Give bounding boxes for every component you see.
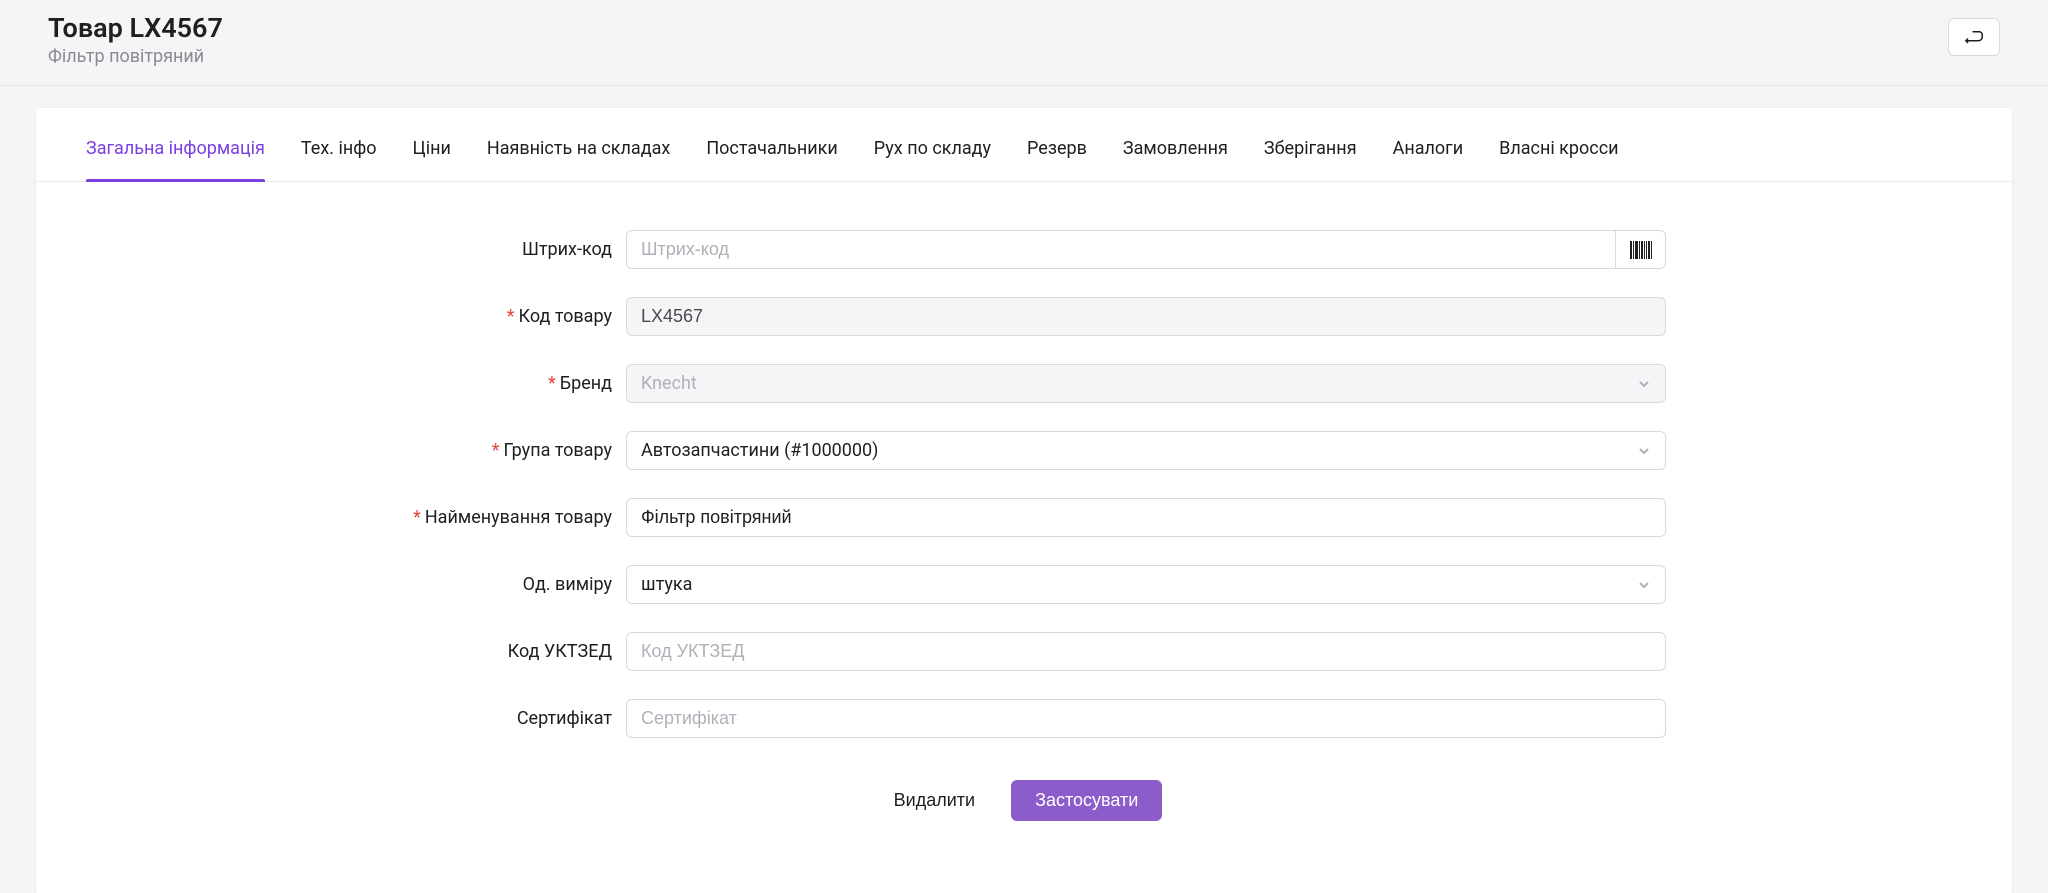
tab-stock[interactable]: Наявність на складах [469, 108, 688, 181]
label-brand: *Бренд [36, 373, 626, 394]
name-input[interactable] [626, 498, 1666, 537]
return-icon [1965, 30, 1983, 44]
tab-analogs[interactable]: Аналоги [1375, 108, 1482, 181]
label-barcode: Штрих-код [36, 239, 626, 260]
tab-suppliers[interactable]: Постачальники [688, 108, 855, 181]
page-title: Товар LX4567 [48, 12, 223, 44]
unit-select-value: штука [641, 574, 692, 595]
label-cert: Сертифікат [36, 708, 626, 729]
row-code: *Код товару [36, 297, 2012, 336]
product-card: Загальна інформація Тех. інфо Ціни Наявн… [36, 108, 2012, 893]
chevron-down-icon [1637, 578, 1651, 592]
label-uktzed: Код УКТЗЕД [36, 641, 626, 662]
chevron-down-icon [1637, 444, 1651, 458]
group-select[interactable]: Автозапчастини (#1000000) [626, 431, 1666, 470]
label-group-text: Група товару [503, 440, 612, 461]
required-mark: * [507, 306, 515, 327]
code-input [626, 297, 1666, 336]
row-brand: *Бренд Knecht [36, 364, 2012, 403]
return-button[interactable] [1948, 18, 2000, 56]
unit-select[interactable]: штука [626, 565, 1666, 604]
tab-own-cross[interactable]: Власні кросси [1481, 108, 1636, 181]
tab-prices[interactable]: Ціни [395, 108, 469, 181]
page-header: Товар LX4567 Фільтр повітряний [0, 0, 2048, 86]
label-name-text: Найменування товару [425, 507, 612, 528]
cert-input[interactable] [626, 699, 1666, 738]
row-uktzed: Код УКТЗЕД [36, 632, 2012, 671]
label-group: *Група товару [36, 440, 626, 461]
row-barcode: Штрих-код [36, 230, 2012, 269]
brand-select-value: Knecht [641, 373, 697, 394]
required-mark: * [492, 440, 500, 461]
label-code-text: Код товару [519, 306, 612, 327]
apply-button[interactable]: Застосувати [1011, 780, 1162, 821]
label-brand-text: Бренд [560, 373, 612, 394]
delete-button[interactable]: Видалити [886, 780, 983, 821]
label-code: *Код товару [36, 306, 626, 327]
page-title-block: Товар LX4567 Фільтр повітряний [48, 12, 223, 67]
tab-orders[interactable]: Замовлення [1105, 108, 1246, 181]
row-group: *Група товару Автозапчастини (#1000000) [36, 431, 2012, 470]
uktzed-input[interactable] [626, 632, 1666, 671]
label-unit: Од. виміру [36, 574, 626, 595]
barcode-icon [1630, 241, 1652, 259]
tabs: Загальна інформація Тех. інфо Ціни Наявн… [36, 108, 2012, 182]
label-name: *Найменування товару [36, 507, 626, 528]
row-name: *Найменування товару [36, 498, 2012, 537]
general-form: Штрих-код [36, 230, 2012, 821]
required-mark: * [413, 507, 421, 528]
tab-storage[interactable]: Зберігання [1246, 108, 1375, 181]
group-select-value: Автозапчастини (#1000000) [641, 440, 878, 461]
tab-general[interactable]: Загальна інформація [68, 108, 283, 181]
barcode-input[interactable] [626, 230, 1616, 269]
row-cert: Сертифікат [36, 699, 2012, 738]
barcode-scan-button[interactable] [1616, 230, 1666, 269]
form-actions: Видалити Застосувати [36, 780, 2012, 821]
chevron-down-icon [1637, 377, 1651, 391]
required-mark: * [548, 373, 556, 394]
page-subtitle: Фільтр повітряний [48, 46, 223, 67]
row-unit: Од. виміру штука [36, 565, 2012, 604]
tab-tech-info[interactable]: Тех. інфо [283, 108, 395, 181]
brand-select: Knecht [626, 364, 1666, 403]
tab-reserve[interactable]: Резерв [1009, 108, 1105, 181]
tab-movements[interactable]: Рух по складу [856, 108, 1009, 181]
